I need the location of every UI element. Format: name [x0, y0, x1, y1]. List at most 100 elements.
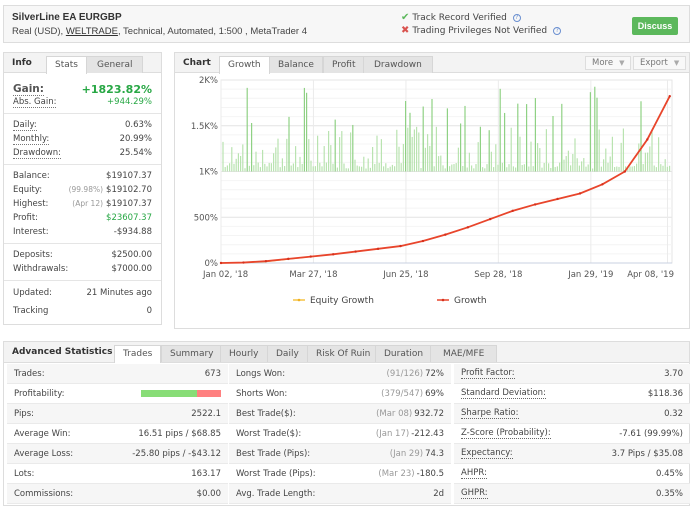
- stat-value: (Jan 17) -212.43: [375, 428, 444, 439]
- stat-label: Best Trade($):: [236, 408, 296, 419]
- export-label: Export: [640, 58, 668, 68]
- stat-label: Standard Deviation:: [461, 388, 546, 399]
- legend-growth-label: Growth: [454, 296, 487, 306]
- tracking-label: Tracking: [13, 306, 49, 316]
- growth-point: [421, 239, 425, 243]
- stat-detail: (91/126): [386, 368, 424, 379]
- tab-stats[interactable]: Stats: [46, 56, 87, 74]
- updated-value: 21 Minutes ago: [86, 288, 153, 298]
- interest-value: -$934.88: [113, 227, 152, 237]
- withdrawals-value: $7000.00: [111, 264, 152, 274]
- broker-link[interactable]: WELTRADE: [66, 26, 118, 37]
- stat-value: (379/547) 69%: [381, 388, 444, 399]
- updated-row: Updated: 21 Minutes ago: [13, 288, 152, 298]
- stat-row: Trades: 673: [7, 364, 228, 384]
- daily-row: Daily: 0.63%: [13, 120, 152, 131]
- help-icon[interactable]: ?: [512, 13, 521, 22]
- stat-value: 2522.1: [191, 408, 221, 419]
- stat-value: 673: [204, 368, 221, 379]
- stat-label: Shorts Won:: [236, 388, 288, 399]
- deposits-value: $2500.00: [111, 250, 152, 260]
- stat-value: (Jan 29) 74.3: [389, 448, 444, 459]
- withdrawals-label: Withdrawals:: [13, 264, 69, 274]
- tab-risk-of-ruin[interactable]: Risk Of Ruin: [307, 345, 380, 362]
- stat-row: Best Trade($): (Mar 08) 932.72: [229, 404, 451, 424]
- stat-value: 0.35%: [655, 488, 683, 499]
- growth-chart: 0% 500% 1K% 1.5K% 2K% Jan 02, '18 Mar 27, '18 J…: [191, 76, 674, 306]
- tab-summary[interactable]: Summary: [161, 345, 223, 362]
- growth-point: [287, 257, 290, 261]
- stat-row: Profit Factor: 3.70: [454, 364, 690, 384]
- more-dropdown[interactable]: More ▼: [585, 56, 632, 70]
- stat-row: Expectancy: 3.7 Pips / $35.08: [454, 444, 690, 464]
- tab-growth[interactable]: Growth: [219, 56, 270, 74]
- stat-value: $118.36: [647, 388, 683, 399]
- growth-point: [646, 138, 649, 141]
- stat-detail: (Jan 17): [375, 428, 410, 439]
- profit-value: $23607.37: [106, 213, 152, 223]
- stat-label: Longs Won:: [236, 368, 286, 379]
- stat-value: (Mar 08) 932.72: [376, 408, 444, 419]
- stat-row: Sharpe Ratio: 0.32: [454, 404, 690, 424]
- tab-mae-mfe[interactable]: MAE/MFE: [430, 345, 498, 362]
- help-icon[interactable]: ?: [553, 26, 562, 35]
- growth-point: [376, 247, 380, 251]
- account-type: Real (USD),: [12, 26, 66, 37]
- stat-label: Lots:: [14, 468, 35, 479]
- more-label: More: [592, 58, 614, 68]
- tab-info[interactable]: Info: [12, 58, 32, 68]
- drawdown-value: 25.54%: [119, 148, 152, 158]
- y-tick-label: 500%: [194, 213, 218, 223]
- abs-gain-value: +944.29%: [107, 97, 152, 107]
- tab-profit[interactable]: Profit: [323, 56, 365, 73]
- stat-row: GHPR: 0.35%: [454, 484, 690, 504]
- track-record-status: ✔ Track Record Verified?: [401, 12, 521, 23]
- tab-general[interactable]: General: [86, 56, 144, 73]
- stat-label: AHPR:: [461, 468, 487, 479]
- tab-daily[interactable]: Daily: [267, 345, 308, 362]
- tab-hourly[interactable]: Hourly: [220, 345, 268, 362]
- stat-value: -25.80 pips / -$43.12: [132, 448, 221, 459]
- highest-date: (Apr 12): [72, 199, 104, 208]
- stat-row: Lots: 163.17: [7, 464, 228, 484]
- discuss-button[interactable]: Discuss: [632, 17, 678, 35]
- growth-point: [331, 253, 335, 256]
- stat-row: Pips: 2522.1: [7, 404, 228, 424]
- balance-row: Balance: $19107.37: [13, 171, 152, 181]
- profit-row: Profit: $23607.37: [13, 213, 152, 223]
- dropdown-arrow-icon: ▼: [673, 59, 680, 67]
- monthly-value: 20.99%: [119, 134, 152, 144]
- stat-value: 0.45%: [655, 468, 683, 479]
- tab-duration[interactable]: Duration: [375, 345, 433, 362]
- profit-label: Profit:: [13, 213, 39, 223]
- tab-balance[interactable]: Balance: [269, 56, 323, 73]
- stat-detail: (Jan 29): [389, 448, 424, 459]
- stat-value: 2d: [433, 488, 444, 499]
- dropdown-arrow-icon: ▼: [619, 59, 625, 67]
- chart-panel: Chart Growth Balance Profit Drawdown Mor…: [174, 52, 690, 329]
- growth-point: [466, 226, 470, 229]
- y-tick-label: 1.5K%: [191, 122, 218, 132]
- chart-tabbar: Chart Growth Balance Profit Drawdown Mor…: [175, 53, 689, 74]
- highest-value: $19107.37: [106, 199, 152, 209]
- divider: [4, 243, 161, 244]
- growth-point: [309, 255, 312, 258]
- stat-row: Z-Score (Probability): -7.61 (99.99%): [454, 424, 690, 444]
- tracking-row: Tracking 0: [13, 306, 152, 316]
- system-subtitle: Real (USD), WELTRADE, Technical, Automat…: [12, 26, 307, 37]
- tab-drawdown[interactable]: Drawdown: [363, 56, 433, 73]
- daily-label: Daily:: [13, 120, 37, 131]
- y-tick-label: 2K%: [199, 76, 218, 86]
- tab-trades[interactable]: Trades: [114, 345, 162, 363]
- stat-row: Worst Trade (Pips): (Mar 23) -180.5: [229, 464, 451, 484]
- y-tick-label: 1K%: [199, 168, 218, 178]
- balance-label: Balance:: [13, 171, 50, 181]
- y-tick-label: 0%: [205, 259, 219, 269]
- system-header: SilverLine EA EURGBP Real (USD), WELTRAD…: [3, 5, 690, 43]
- export-dropdown[interactable]: Export ▼: [633, 56, 687, 70]
- stat-label: Best Trade (Pips):: [236, 448, 311, 459]
- stat-value: (91/126) 72%: [386, 368, 444, 379]
- loss-portion: [197, 390, 221, 397]
- stat-label: Avg. Trade Length:: [236, 488, 316, 499]
- legend-equity-marker: [297, 298, 301, 302]
